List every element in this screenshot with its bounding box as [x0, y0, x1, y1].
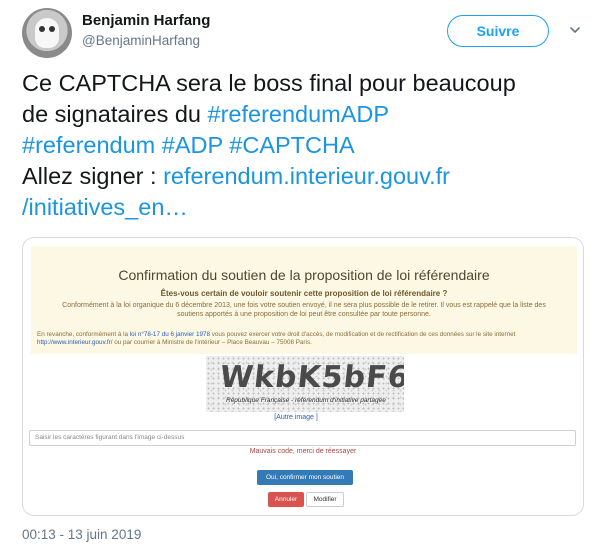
- hashtag-link[interactable]: #referendumADP: [208, 101, 390, 127]
- follow-button[interactable]: Suivre: [447, 15, 549, 47]
- url-link[interactable]: referendum.interieur.gouv.fr: [163, 163, 450, 189]
- modify-button: Modifier: [306, 492, 344, 507]
- tweet-line-2-text: de signataires du: [22, 101, 208, 127]
- captcha-caption: République Française - référendum d'init…: [226, 397, 386, 404]
- tweet-line-3: #referendum #ADP #CAPTCHA: [22, 130, 592, 161]
- tweet: Benjamin Harfang @BenjaminHarfang Suivre…: [0, 0, 603, 549]
- card-paragraph-2: En revanche, conformément à la loi n°78-…: [37, 331, 567, 347]
- captcha-characters: WkbK5bF69: [218, 360, 404, 395]
- tweet-line-5: /initiatives_en…: [22, 192, 592, 223]
- error-message: Mauvais code, merci de réessayer: [249, 448, 357, 455]
- tweet-line-4: Allez signer : referendum.interieur.gouv…: [22, 161, 592, 192]
- author-name[interactable]: Benjamin Harfang: [82, 12, 210, 29]
- attached-image-card[interactable]: Confirmation du soutien de la propositio…: [22, 237, 584, 516]
- card-paragraph-2c: ou par courrier à Ministre de l'intérieu…: [112, 339, 312, 346]
- captcha-image: WkbK5bF69 République Française - référen…: [206, 356, 404, 412]
- card-paragraph-1: Conformément à la loi organique du 6 déc…: [62, 302, 546, 318]
- hashtag-link[interactable]: #referendum: [22, 132, 155, 158]
- owl-icon: [35, 18, 59, 48]
- avatar[interactable]: [22, 8, 72, 58]
- card-paragraph-2b: vous pouvez exercer votre droit d'accès,…: [210, 331, 516, 338]
- confirm-button: Oui, confirmer mon soutien: [257, 470, 353, 485]
- chevron-down-icon[interactable]: [569, 24, 581, 36]
- card-banner: Confirmation du soutien de la propositio…: [31, 246, 577, 354]
- other-image-link: [Autre image ]: [274, 414, 318, 421]
- author-handle[interactable]: @BenjaminHarfang: [82, 33, 200, 48]
- tweet-line-1: Ce CAPTCHA sera le boss final pour beauc…: [22, 70, 516, 96]
- cancel-button: Annuler: [268, 492, 304, 507]
- interieur-link: http://www.interieur.gouv.fr/: [37, 339, 113, 346]
- tweet-timestamp[interactable]: 00:13 - 13 juin 2019: [22, 527, 141, 542]
- captcha-input: Saisir les caractères figurant dans l'im…: [29, 430, 576, 446]
- card-question: Êtes-vous certain de vouloir soutenir ce…: [160, 289, 448, 298]
- tweet-line-4-text: Allez signer :: [22, 163, 164, 189]
- card-title: Confirmation du soutien de la propositio…: [118, 267, 490, 283]
- hashtag-link[interactable]: #CAPTCHA: [229, 132, 354, 158]
- card-paragraph-2a: En revanche, conformément à la: [37, 331, 130, 338]
- tweet-line-2: de signataires du #referendumADP: [22, 99, 592, 130]
- hashtag-link[interactable]: #ADP: [162, 132, 223, 158]
- law-link: loi n°78-17 du 6 janvier 1978: [129, 331, 211, 338]
- tweet-text: Ce CAPTCHA sera le boss final pour beauc…: [22, 68, 592, 223]
- url-link-continued[interactable]: /initiatives_en…: [22, 194, 188, 220]
